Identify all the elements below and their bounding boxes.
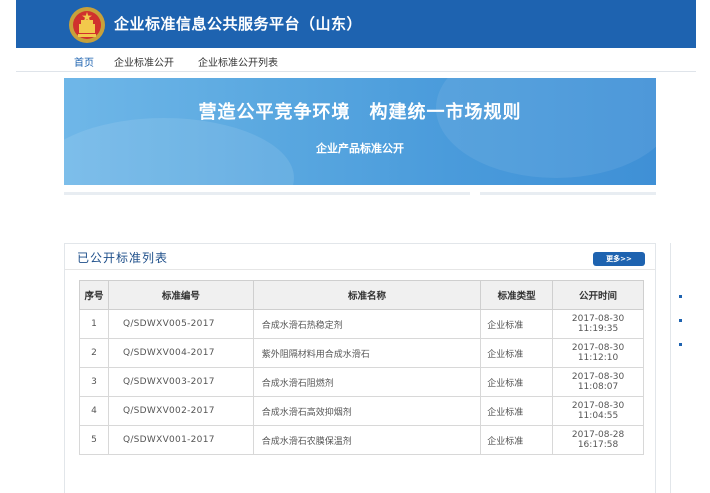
standard-name[interactable]: 紫外阻隔材料用合成水滑石 [252,338,482,368]
standard-type: 企业标准 [480,396,554,426]
publish-time: 2017-08-28 16:17:58 [552,425,644,455]
nav-item-home[interactable]: 首页 [74,54,94,69]
publish-time: 2017-08-30 11:19:35 [552,309,644,339]
top-nav: 首页 企业标准公开 企业标准公开列表 [16,48,696,72]
standards-table: 序号 标准编号 标准名称 标准类型 公开时间 1 Q/SDWXV005-2017… [79,280,644,455]
standard-code[interactable]: Q/SDWXV004-2017 [107,338,254,368]
side-bullet-icon [679,295,682,298]
publish-time: 2017-08-30 11:12:10 [552,338,644,368]
publish-date: 2017-08-28 [571,430,625,440]
publish-date: 2017-08-30 [571,401,625,411]
nav-item-standard-disclosure-list[interactable]: 企业标准公开列表 [198,54,278,69]
publish-date: 2017-08-30 [571,314,625,324]
standard-type: 企业标准 [480,425,554,455]
side-panel [670,243,710,493]
more-button[interactable]: 更多>> [593,252,645,266]
panel-title: 已公开标准列表 [77,251,169,265]
column-header-no: 序号 [79,280,109,310]
table-row[interactable]: 5 Q/SDWXV001-2017 合成水滑石农膜保温剂 企业标准 2017-0… [79,425,644,455]
table-row[interactable]: 2 Q/SDWXV004-2017 紫外阻隔材料用合成水滑石 企业标准 2017… [79,338,644,368]
publish-time: 2017-08-30 11:04:55 [552,396,644,426]
standard-type: 企业标准 [480,309,554,339]
standard-name[interactable]: 合成水滑石农膜保温剂 [252,425,482,455]
standard-type: 企业标准 [480,367,554,397]
standard-type: 企业标准 [480,338,554,368]
nav-item-standard-disclosure[interactable]: 企业标准公开 [114,54,174,69]
publish-clock: 11:12:10 [577,353,619,363]
standard-name[interactable]: 合成水滑石高效抑烟剂 [252,396,482,426]
row-number: 2 [79,338,109,368]
standards-list-panel: 已公开标准列表 更多>> 序号 标准编号 标准名称 标准类型 公开时间 1 Q/… [64,243,656,493]
publish-date: 2017-08-30 [571,372,625,382]
column-header-code: 标准编号 [107,280,254,310]
publish-clock: 11:08:07 [577,382,619,392]
table-header-row: 序号 标准编号 标准名称 标准类型 公开时间 [79,280,644,310]
banner-slogan: 营造公平竞争环境 构建统一市场规则 [198,102,522,123]
section-divider [64,192,656,196]
standard-code[interactable]: Q/SDWXV001-2017 [107,425,254,455]
standard-code[interactable]: Q/SDWXV003-2017 [107,367,254,397]
hero-banner: 营造公平竞争环境 构建统一市场规则 企业产品标准公开 [64,78,656,185]
side-bullet-icon [679,343,682,346]
publish-clock: 16:17:58 [577,440,619,450]
publish-date: 2017-08-30 [571,343,625,353]
banner-subtitle: 企业产品标准公开 [316,142,404,155]
standard-name[interactable]: 合成水滑石阻燃剂 [252,367,482,397]
standard-name[interactable]: 合成水滑石热稳定剂 [252,309,482,339]
standard-code[interactable]: Q/SDWXV005-2017 [107,309,254,339]
row-number: 3 [79,367,109,397]
site-title: 企业标准信息公共服务平台（山东） [114,15,363,33]
row-number: 1 [79,309,109,339]
national-emblem-icon [69,7,105,43]
column-header-type: 标准类型 [480,280,554,310]
row-number: 5 [79,425,109,455]
site-header: 企业标准信息公共服务平台（山东） [16,0,696,48]
row-number: 4 [79,396,109,426]
table-row[interactable]: 4 Q/SDWXV002-2017 合成水滑石高效抑烟剂 企业标准 2017-0… [79,396,644,426]
publish-time: 2017-08-30 11:08:07 [552,367,644,397]
panel-header: 已公开标准列表 更多>> [65,244,655,270]
table-row[interactable]: 1 Q/SDWXV005-2017 合成水滑石热稳定剂 企业标准 2017-08… [79,309,644,339]
column-header-time: 公开时间 [552,280,644,310]
table-row[interactable]: 3 Q/SDWXV003-2017 合成水滑石阻燃剂 企业标准 2017-08-… [79,367,644,397]
publish-clock: 11:19:35 [577,324,619,334]
banner-decoration [436,78,656,178]
side-bullet-icon [679,319,682,322]
standard-code[interactable]: Q/SDWXV002-2017 [107,396,254,426]
publish-clock: 11:04:55 [577,411,619,421]
column-header-name: 标准名称 [252,280,482,310]
